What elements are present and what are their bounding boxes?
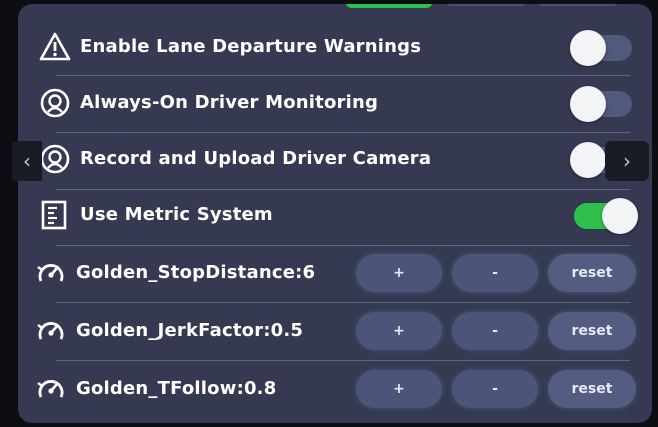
reset-button[interactable]: reset [548,370,636,408]
toggle-row-lane-departure[interactable]: Enable Lane Departure Warnings [18,26,652,68]
warning-triangle-icon [38,30,72,64]
lane-departure-toggle[interactable] [570,30,632,66]
decrement-button[interactable]: - [452,254,538,292]
gauge-icon [36,316,66,346]
next-page-button[interactable]: › [605,141,649,181]
param-row-jerk-factor: Golden_JerkFactor:0.5 + - reset [18,308,652,354]
active-indicator [346,4,432,8]
toggle-knob [570,30,606,66]
param-label: Golden_TFollow:0.8 [76,378,277,399]
decrement-button[interactable]: - [452,370,538,408]
metric-system-toggle[interactable] [574,198,638,234]
divider [56,189,630,190]
gauge-icon [36,374,66,404]
toggle-row-driver-camera[interactable]: Record and Upload Driver Camera [18,138,652,180]
toggle-label: Enable Lane Departure Warnings [80,36,422,57]
toggle-knob [602,198,638,234]
top-pill [538,4,618,6]
divider [56,75,630,76]
metric-ruler-icon [38,198,72,232]
toggle-label: Use Metric System [80,204,273,225]
reset-button[interactable]: reset [548,254,636,292]
driver-monitoring-icon [38,86,72,120]
divider [56,245,630,246]
increment-button[interactable]: + [356,370,442,408]
divider [56,132,630,133]
divider [56,360,630,361]
top-status-strip [18,4,652,10]
previous-page-button[interactable]: ‹ [12,141,42,181]
param-row-stop-distance: Golden_StopDistance:6 + - reset [18,250,652,296]
reset-button[interactable]: reset [548,312,636,350]
settings-panel: Enable Lane Departure Warnings Always-On… [18,4,652,423]
toggle-label: Record and Upload Driver Camera [80,148,432,169]
driver-camera-icon [38,142,72,176]
param-label: Golden_JerkFactor:0.5 [76,320,304,341]
param-label: Golden_StopDistance:6 [76,262,316,283]
param-row-tfollow: Golden_TFollow:0.8 + - reset [18,366,652,412]
top-pill [446,4,526,6]
toggle-knob [570,86,606,122]
increment-button[interactable]: + [356,254,442,292]
gauge-icon [36,258,66,288]
toggle-knob [570,142,606,178]
driver-monitoring-toggle[interactable] [570,86,632,122]
toggle-row-driver-monitoring[interactable]: Always-On Driver Monitoring [18,82,652,124]
increment-button[interactable]: + [356,312,442,350]
decrement-button[interactable]: - [452,312,538,350]
divider [56,302,630,303]
toggle-label: Always-On Driver Monitoring [80,92,379,113]
toggle-row-metric-system[interactable]: Use Metric System [18,194,652,236]
settings-screen: Enable Lane Departure Warnings Always-On… [0,0,658,427]
